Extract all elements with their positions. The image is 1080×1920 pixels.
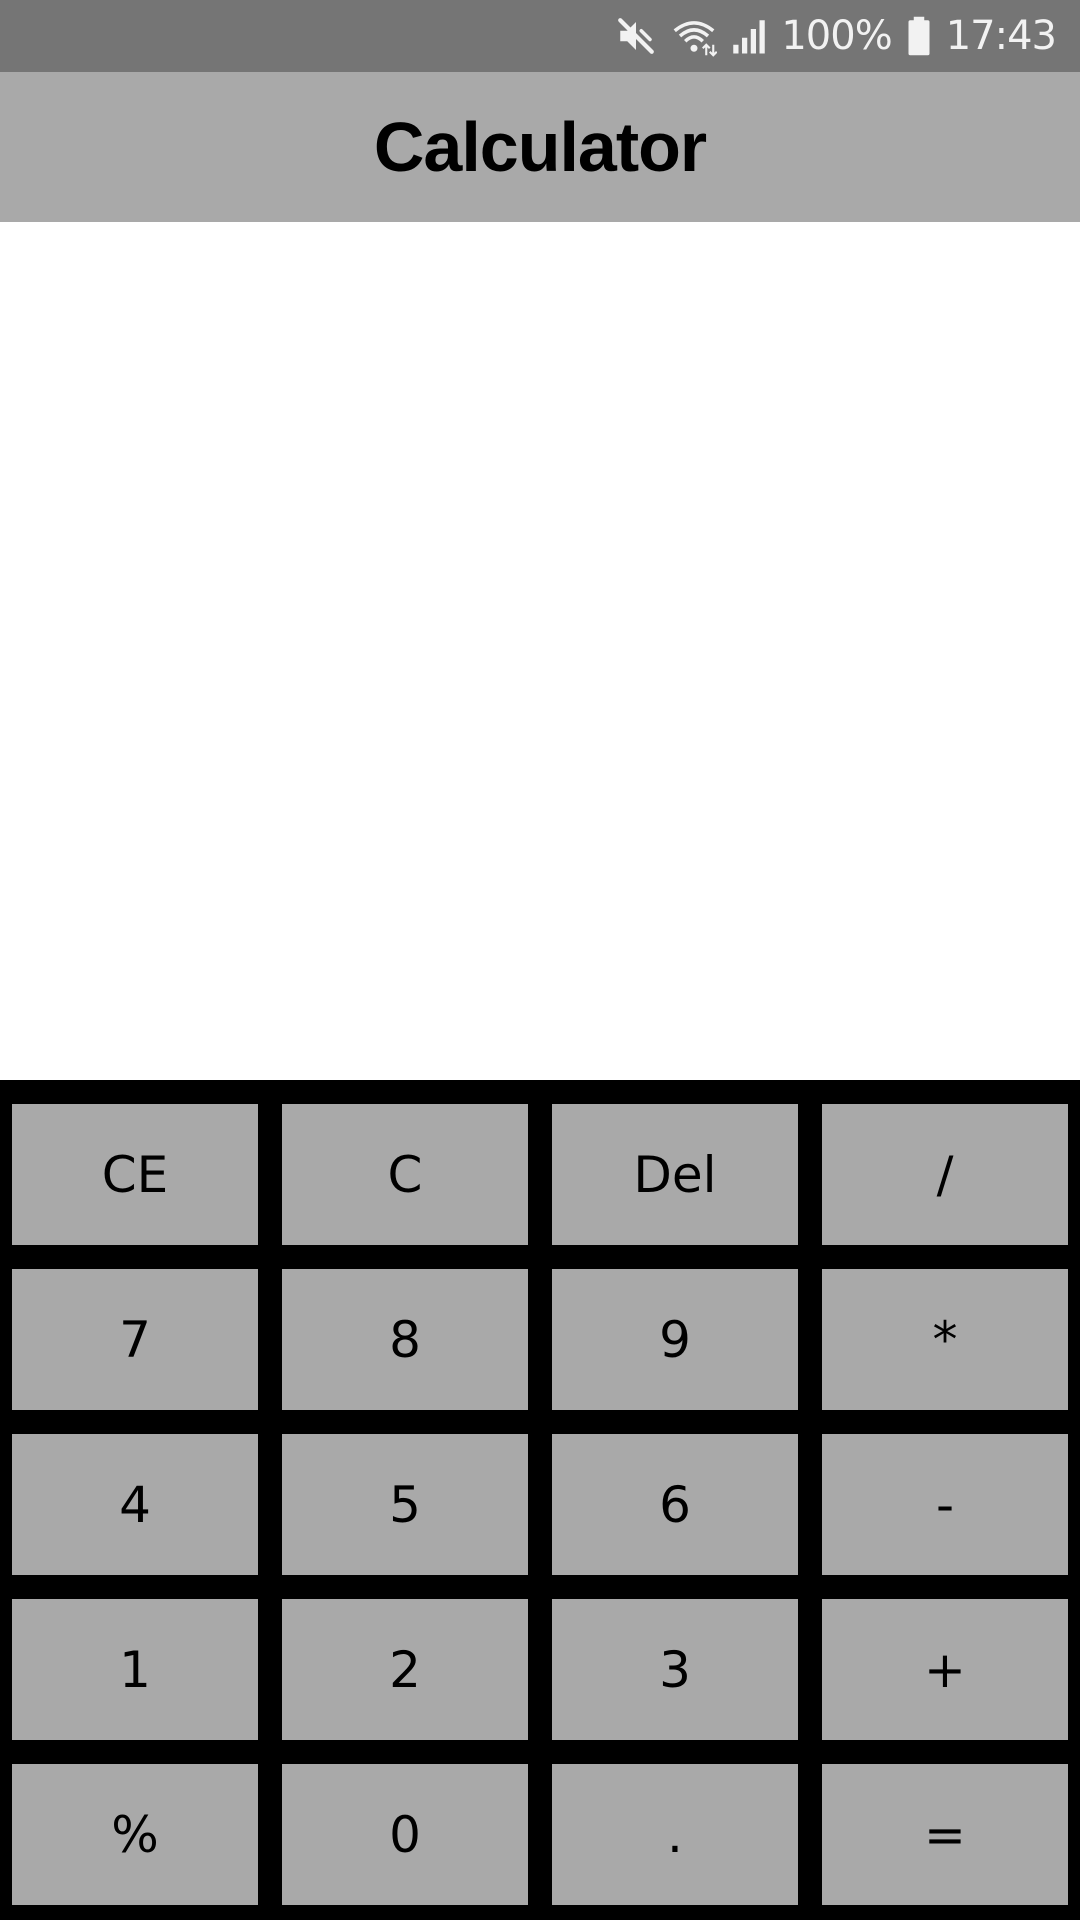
key-4[interactable]: 4 bbox=[12, 1434, 258, 1575]
battery-icon bbox=[906, 15, 932, 57]
app-title: Calculator bbox=[373, 108, 707, 186]
key-7[interactable]: 7 bbox=[12, 1269, 258, 1410]
key-3[interactable]: 3 bbox=[552, 1599, 798, 1740]
key-8[interactable]: 8 bbox=[282, 1269, 528, 1410]
status-time: 17:43 bbox=[945, 13, 1057, 59]
battery-percent: 100% bbox=[781, 13, 892, 59]
key-5[interactable]: 5 bbox=[282, 1434, 528, 1575]
key-6[interactable]: 6 bbox=[552, 1434, 798, 1575]
key-percent[interactable]: % bbox=[12, 1764, 258, 1905]
key-divide[interactable]: / bbox=[822, 1104, 1068, 1245]
keypad: CE C Del / 7 8 9 * 4 5 6 - 1 2 3 + % 0 .… bbox=[0, 1080, 1080, 1920]
key-equals[interactable]: = bbox=[822, 1764, 1068, 1905]
key-clear-entry[interactable]: CE bbox=[12, 1104, 258, 1245]
key-delete[interactable]: Del bbox=[552, 1104, 798, 1245]
key-9[interactable]: 9 bbox=[552, 1269, 798, 1410]
key-0[interactable]: 0 bbox=[282, 1764, 528, 1905]
calculator-display bbox=[0, 222, 1080, 1080]
wifi-icon bbox=[671, 15, 718, 57]
calculator-screen: 100% 17:43 Calculator CE C Del / 7 8 9 *… bbox=[0, 0, 1080, 1920]
status-bar: 100% 17:43 bbox=[0, 0, 1080, 72]
key-subtract[interactable]: - bbox=[822, 1434, 1068, 1575]
key-add[interactable]: + bbox=[822, 1599, 1068, 1740]
key-2[interactable]: 2 bbox=[282, 1599, 528, 1740]
key-multiply[interactable]: * bbox=[822, 1269, 1068, 1410]
app-bar: Calculator bbox=[0, 72, 1080, 222]
key-1[interactable]: 1 bbox=[12, 1599, 258, 1740]
key-decimal[interactable]: . bbox=[552, 1764, 798, 1905]
mute-icon bbox=[615, 15, 657, 57]
key-clear[interactable]: C bbox=[282, 1104, 528, 1245]
signal-icon bbox=[731, 15, 767, 57]
